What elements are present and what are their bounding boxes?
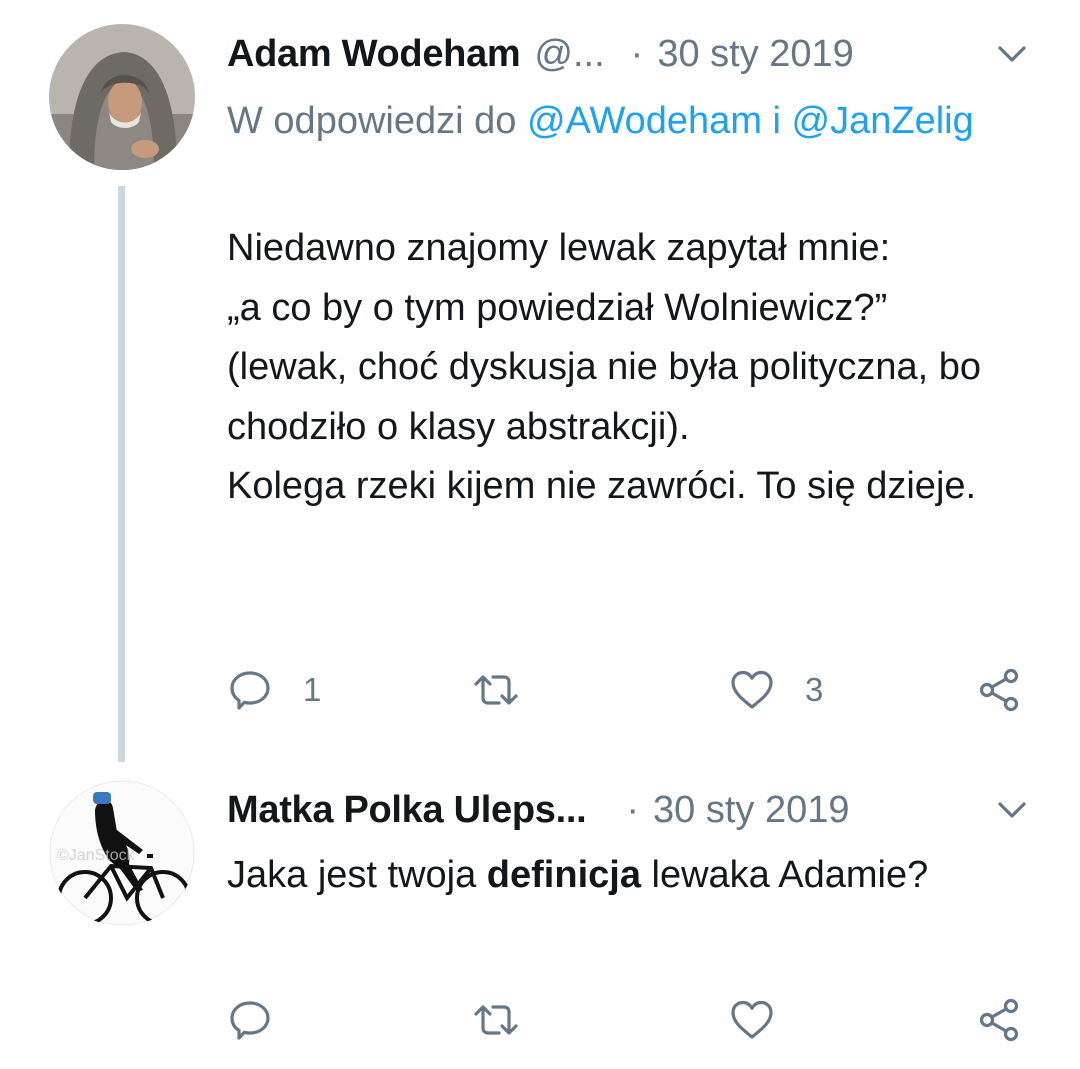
avatar-cyclist-image: ©JanStock <box>49 780 195 926</box>
share-button[interactable] <box>977 660 1023 720</box>
retweet-button[interactable] <box>473 660 549 720</box>
like-button[interactable] <box>729 990 805 1050</box>
separator-dot: · <box>630 32 644 75</box>
tweet-text-bold: definicja <box>486 854 641 896</box>
tweet[interactable]: Adam Wodeham @... · 30 sty 2019 W odpowi… <box>0 0 1080 762</box>
tweet-header: Adam Wodeham @... · 30 sty 2019 <box>227 26 1040 82</box>
tweet-actions: 1 3 <box>227 660 1037 720</box>
heart-icon <box>731 1000 773 1039</box>
like-count: 3 <box>805 671 824 708</box>
avatar[interactable] <box>49 24 195 170</box>
retweet-icon <box>474 675 518 705</box>
tweet-text: Jaka jest twoja definicja lewaka Adamie? <box>227 846 1047 906</box>
reply-to-users[interactable]: @AWodeham i @JanZelig <box>527 100 974 142</box>
tweet-text-part: Jaka jest twoja <box>227 854 487 896</box>
like-button[interactable]: 3 <box>729 660 823 720</box>
tweet-actions <box>227 990 1037 1050</box>
thread-connector-line <box>118 186 125 762</box>
tweet-date[interactable]: 30 sty 2019 <box>653 789 849 832</box>
tweet[interactable]: ©JanStock Matka Polka Uleps... · 30 sty … <box>0 760 1080 1069</box>
reply-to-prefix: W odpowiedzi do <box>227 100 517 142</box>
retweet-button[interactable] <box>473 990 549 1050</box>
reply-button[interactable] <box>227 990 303 1050</box>
tweet-text: Niedawno znajomy lewak zapytał mnie: „a … <box>227 227 982 507</box>
separator-dot: · <box>626 788 640 831</box>
reply-context: W odpowiedzi do @AWodeham i @JanZelig <box>227 92 1027 151</box>
reply-button[interactable]: 1 <box>227 660 321 720</box>
tweet-header: Matka Polka Uleps... · 30 sty 2019 <box>227 782 1040 838</box>
author-name[interactable]: Matka Polka Uleps... <box>227 789 587 832</box>
share-icon <box>979 668 1019 712</box>
chevron-down-icon[interactable] <box>994 792 1030 828</box>
share-button[interactable] <box>977 990 1023 1050</box>
retweet-icon <box>474 1005 518 1035</box>
author-name[interactable]: Adam Wodeham <box>227 33 521 76</box>
reply-count: 1 <box>303 671 322 708</box>
avatar-monk-image <box>49 24 195 170</box>
tweet-date[interactable]: 30 sty 2019 <box>657 33 853 76</box>
heart-icon <box>731 670 773 709</box>
chevron-down-icon[interactable] <box>994 36 1030 72</box>
share-icon <box>979 998 1019 1042</box>
tweet-text-part: lewaka Adamie? <box>640 854 929 896</box>
avatar[interactable]: ©JanStock <box>49 780 195 926</box>
author-handle[interactable]: @... <box>534 33 604 76</box>
reply-icon <box>230 671 270 710</box>
svg-text:©JanStock: ©JanStock <box>57 847 136 864</box>
reply-icon <box>230 1001 270 1040</box>
